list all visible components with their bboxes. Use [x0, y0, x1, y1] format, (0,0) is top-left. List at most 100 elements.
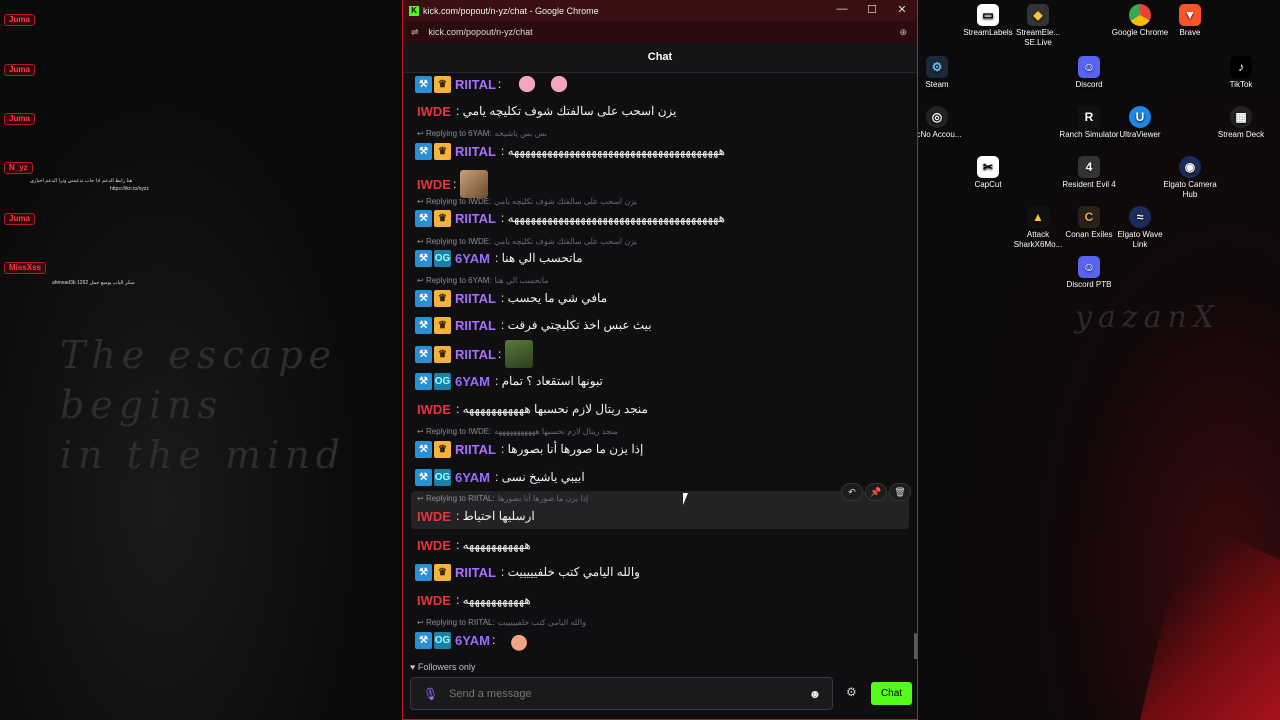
desktop-icon-brave[interactable]: ▼ Brave	[1160, 4, 1220, 38]
chat-message[interactable]: ⚒ OG 6YAM : ابيبي ياشيخ نسى	[415, 466, 903, 488]
pink-blob-emote-icon	[513, 73, 542, 98]
chat-message[interactable]: ⚒ ♛ RIITAL :	[415, 339, 903, 369]
reply-context[interactable]: ↩ Replying to RIITAL: والله اليامي كتب خل…	[417, 618, 586, 627]
reply-quote: إذا يزن ما صورها أنا بصورها	[497, 494, 589, 503]
username[interactable]: IWDE	[417, 104, 451, 119]
chat-message-list[interactable]: ⚒ ♛ RIITAL : IWDE : يزن اسحب على سالفتك …	[403, 73, 917, 659]
chat-message[interactable]: IWDE : منجد ريتال لازم نحسبها هههههههههه…	[415, 398, 903, 420]
reply-icon: ↩	[417, 197, 426, 206]
username[interactable]: RIITAL	[455, 144, 496, 159]
message-text: : بيث عبس اخذ تكليچتي فرقت	[500, 318, 652, 332]
username[interactable]: RIITAL	[455, 211, 496, 226]
desktop-icon-re4[interactable]: 4 Resident Evil 4	[1059, 156, 1119, 190]
chat-message[interactable]: ⚒ ♛ RIITAL : ههههههههههههههههههههههههههه…	[415, 207, 903, 229]
message-text: : هههههههههههه	[455, 593, 531, 607]
chat-message[interactable]: ⚒ OG 6YAM : تبونها استقعاد ؟ تمام	[415, 370, 903, 392]
maximize-icon[interactable]: ☐	[857, 3, 887, 16]
username[interactable]: RIITAL	[455, 565, 496, 580]
microphone-icon[interactable]: 🎙	[423, 687, 439, 701]
username[interactable]: IWDE	[417, 509, 451, 524]
reply-context[interactable]: ↩ Replying to IWDE: يزن اسحب على سالفتك ش…	[417, 197, 637, 206]
username[interactable]: RIITAL	[455, 291, 496, 306]
chat-message[interactable]: ⚒ OG 6YAM : ماتحسب الي هنا	[415, 247, 903, 269]
pin-icon[interactable]: 📌	[865, 483, 887, 501]
reply-context[interactable]: ↩ Replying to 6YAM: ماتحسب الي هنا	[417, 276, 549, 285]
chat-message[interactable]: IWDE : ارسليها احتياط	[415, 505, 903, 527]
window-title: kick.com/popout/n-yz/chat - Google Chrom…	[423, 5, 599, 16]
window-titlebar: K kick.com/popout/n-yz/chat - Google Chr…	[403, 0, 917, 21]
desktop-icon-tiktok[interactable]: ♪ TikTok	[1211, 56, 1271, 90]
moderator-badge-icon: ⚒	[415, 209, 432, 227]
message-composer[interactable]: 🎙 ☻	[410, 677, 833, 710]
emoji-picker-icon[interactable]: ☻	[804, 687, 826, 701]
chat-message[interactable]: ⚒ ♛ RIITAL : مافي شي ما يحسب	[415, 287, 903, 309]
chat-scrollbar[interactable]	[914, 633, 917, 659]
message-input[interactable]	[439, 687, 804, 700]
username[interactable]: IWDE	[417, 538, 451, 553]
wallpaper-red-shape	[1140, 520, 1280, 720]
desktop-icon-label: StreamLabels	[963, 28, 1013, 37]
chat-message[interactable]: IWDE : هههههههههههه	[415, 534, 903, 556]
username[interactable]: 6YAM	[455, 374, 490, 389]
desktop-icon-label: TikTok	[1229, 80, 1253, 89]
followers-only-label: Followers only	[417, 662, 476, 672]
minimize-icon[interactable]: —	[827, 3, 857, 15]
crown-badge-icon: ♛	[434, 316, 451, 334]
trash-icon[interactable]: 🗑	[889, 483, 911, 501]
chat-message[interactable]: IWDE :	[415, 169, 903, 199]
chat-message[interactable]: ⚒ OG 6YAM :	[415, 626, 903, 654]
chrome-icon	[1129, 4, 1151, 26]
username[interactable]: RIITAL	[455, 347, 496, 362]
reply-context[interactable]: ↩ Replying to IWDE: يزن اسحب على سالفتك ش…	[417, 237, 637, 246]
chat-message[interactable]: ⚒ ♛ RIITAL : بيث عبس اخذ تكليچتي فرقت	[415, 314, 903, 336]
tune-icon[interactable]: ⇌	[411, 27, 419, 38]
tagline-line: begins	[60, 383, 224, 427]
chat-message[interactable]: IWDE : يزن اسحب على سالفتك شوف تكليچه يا…	[415, 100, 903, 122]
reply-context[interactable]: ↩ Replying to 6YAM: بس بس ياشيخه	[417, 129, 547, 138]
desktop-icon-elgato-camera[interactable]: ◉ Elgato Camera Hub	[1160, 156, 1220, 200]
moderator-badge-icon: ⚒	[415, 345, 432, 363]
username[interactable]: RIITAL	[455, 318, 496, 333]
username[interactable]: RIITAL	[455, 77, 496, 92]
chrome-window: K kick.com/popout/n-yz/chat - Google Chr…	[402, 0, 918, 720]
url-text[interactable]: kick.com/popout/n-yz/chat	[429, 27, 533, 37]
desktop-icon-discord[interactable]: ☺ Discord	[1059, 56, 1119, 90]
attackshark-icon: ▲	[1027, 206, 1049, 228]
zoom-icon[interactable]: ⊕	[899, 27, 907, 38]
photo-emote-icon	[505, 340, 534, 368]
close-icon[interactable]: ✕	[887, 3, 917, 16]
chat-send-button[interactable]: Chat	[871, 682, 912, 705]
heart-icon: ♥	[410, 662, 418, 672]
desktop-icon-streamelements[interactable]: ◆ StreamEle... SE.Live	[1008, 4, 1068, 48]
address-bar[interactable]: ⇌ kick.com/popout/n-yz/chat ⊕	[403, 21, 917, 43]
desktop-icon-label: Brave	[1179, 28, 1201, 37]
username[interactable]: IWDE	[417, 177, 451, 192]
desktop-icon-elgato-wave[interactable]: ≈ Elgato Wave Link	[1110, 206, 1170, 250]
overlay-alert: Juma	[4, 64, 35, 76]
username[interactable]: IWDE	[417, 593, 451, 608]
wallpaper-tagline: The escape begins in the mind	[60, 330, 346, 480]
chat-message[interactable]: ⚒ ♛ RIITAL : والله اليامي كتب خلفيييييت	[415, 561, 903, 583]
reply-icon[interactable]: ↶	[841, 483, 863, 501]
tiktok-icon: ♪	[1230, 56, 1252, 78]
desktop-icon-ultraviewer[interactable]: U UltraViewer	[1110, 106, 1170, 140]
chat-message[interactable]: ⚒ ♛ RIITAL : ههههههههههههههههههههههههههه…	[415, 140, 903, 162]
username[interactable]: IWDE	[417, 402, 451, 417]
chat-message[interactable]: ⚒ ♛ RIITAL : إذا يزن ما صورها أنا بصورها	[415, 438, 903, 460]
chat-message[interactable]: ⚒ ♛ RIITAL :	[415, 73, 903, 98]
gear-icon[interactable]: ⚙	[846, 685, 857, 699]
discord-ptb-icon: ☺	[1078, 256, 1100, 278]
message-text: : هههههههههههه	[455, 538, 531, 552]
reply-context[interactable]: ↩ Replying to IWDE: منجد ريتال لازم نحسبه…	[417, 427, 618, 436]
desktop-icon-discord-ptb[interactable]: ☺ Discord PTB	[1059, 256, 1119, 290]
desktop-icon-streamdeck[interactable]: ▦ Stream Deck	[1211, 106, 1271, 140]
username[interactable]: 6YAM	[455, 633, 490, 648]
desktop-icon-label: Resident Evil 4	[1062, 180, 1116, 189]
message-text: : يزن اسحب على سالفتك شوف تكليچه يامي	[455, 104, 677, 118]
chat-message[interactable]: IWDE : هههههههههههه	[415, 589, 903, 611]
desktop-icon-capcut[interactable]: ✂ CapCut	[958, 156, 1018, 190]
username[interactable]: 6YAM	[455, 251, 490, 266]
reply-context[interactable]: ↩ Replying to RIITAL: إذا يزن ما صورها أن…	[417, 494, 588, 503]
username[interactable]: RIITAL	[455, 442, 496, 457]
username[interactable]: 6YAM	[455, 470, 490, 485]
